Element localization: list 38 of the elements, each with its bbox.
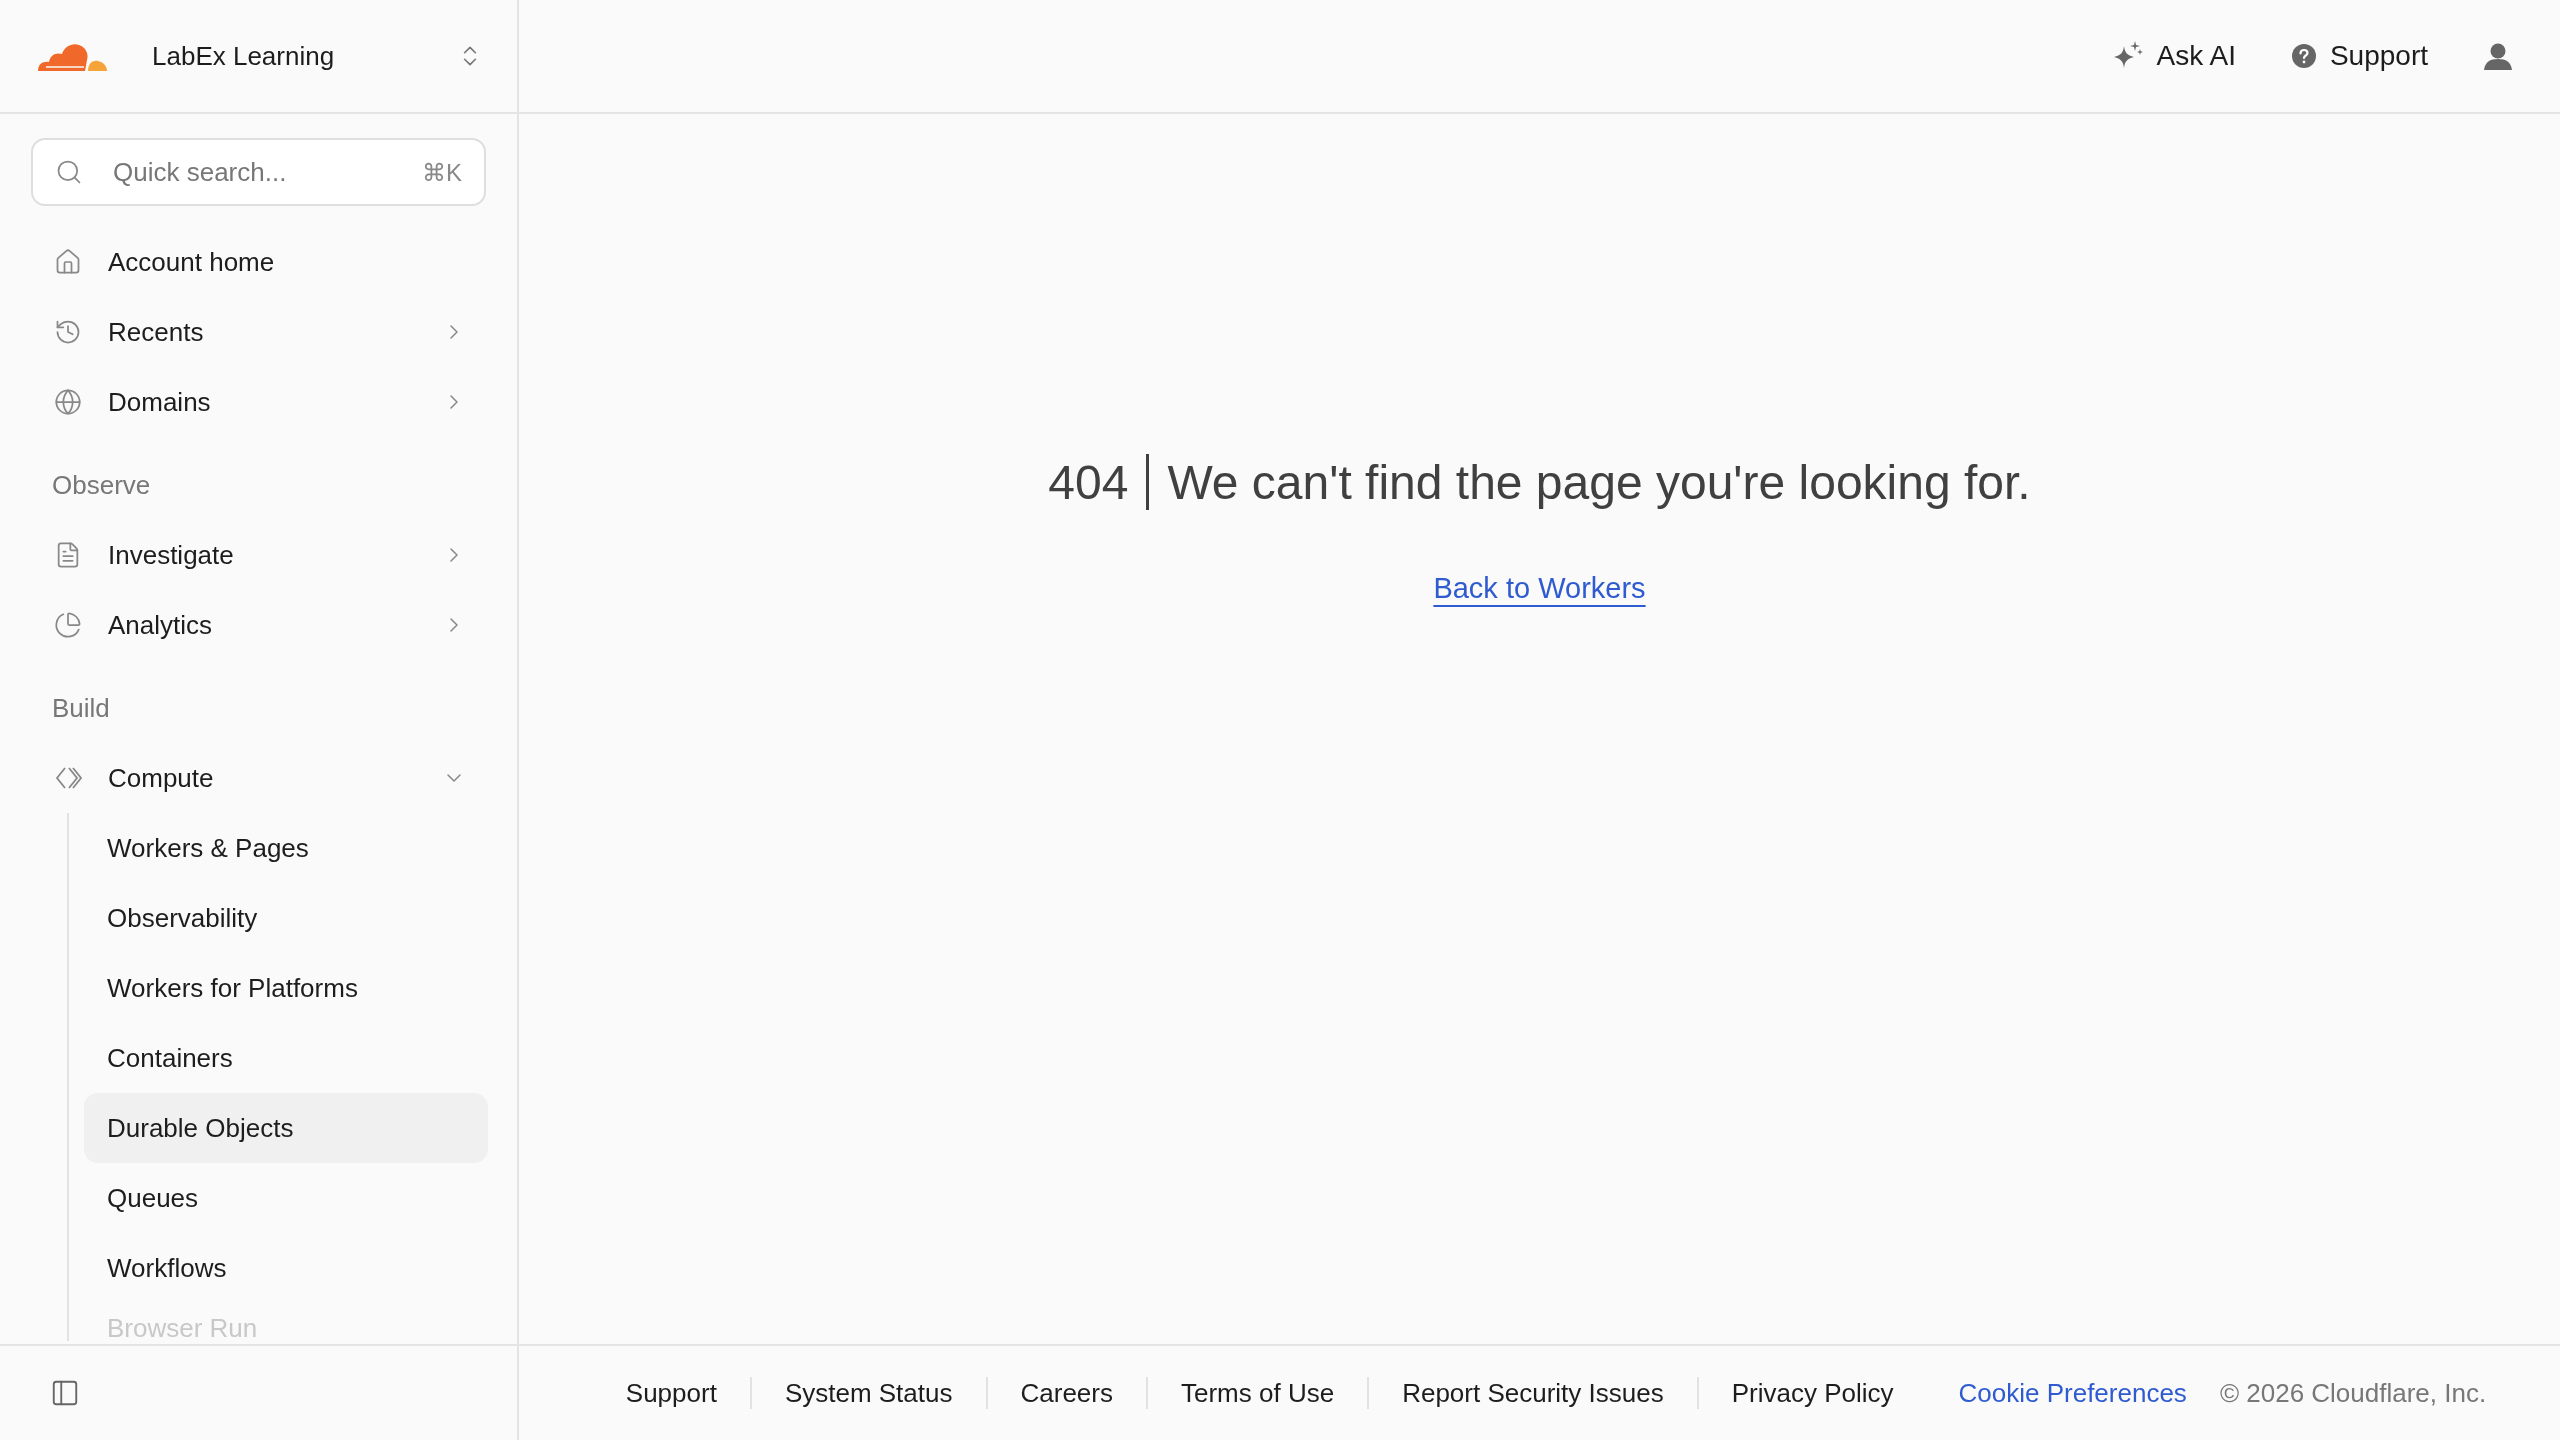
footer-link[interactable]: Support bbox=[592, 1377, 752, 1409]
error-code: 404 bbox=[1048, 454, 1129, 510]
sidebar-item[interactable]: Investigate bbox=[31, 520, 488, 590]
sidebar-subitem[interactable]: Observability bbox=[84, 883, 488, 953]
error-message: We can't find the page you're looking for. bbox=[1167, 454, 2031, 510]
user-icon[interactable] bbox=[2484, 42, 2512, 70]
sidebar-subitem[interactable]: Workers & Pages bbox=[84, 813, 488, 883]
help-icon bbox=[2291, 44, 2316, 68]
sidebar-item[interactable]: Analytics bbox=[31, 590, 488, 660]
sidebar-subitem[interactable]: Workflows bbox=[84, 1233, 488, 1303]
sidebar-subitem[interactable]: Workers for Platforms bbox=[84, 953, 488, 1023]
footer-link[interactable]: Careers bbox=[987, 1377, 1148, 1409]
sidebar-subitem[interactable]: Queues bbox=[84, 1163, 488, 1233]
copyright-text: © 2026 Cloudflare, Inc. bbox=[2219, 1377, 2487, 1409]
workspace-name: LabEx Learning bbox=[152, 40, 336, 72]
shortcut-hint: ⌘K bbox=[422, 159, 462, 187]
history-icon bbox=[54, 318, 82, 346]
footer-link[interactable]: System Status bbox=[751, 1377, 988, 1409]
sidebar-item[interactable]: Recents bbox=[31, 297, 488, 367]
support-button[interactable]: Support bbox=[2291, 40, 2428, 72]
sidebar-item[interactable]: Compute bbox=[31, 743, 488, 813]
sidebar-subitem[interactable]: Containers bbox=[84, 1023, 488, 1093]
back-link[interactable]: Back to Workers bbox=[1433, 572, 1646, 605]
house-icon bbox=[54, 248, 82, 276]
sidebar-toggle-icon[interactable] bbox=[50, 1378, 80, 1408]
footer-link[interactable]: Report Security Issues bbox=[1369, 1377, 1699, 1409]
sidebar-item[interactable]: Account home bbox=[31, 227, 488, 297]
ask-ai-button[interactable]: Ask AI bbox=[2112, 40, 2236, 72]
cookie-preferences-link[interactable]: Cookie Preferences bbox=[1926, 1377, 2220, 1409]
sidebar-subitem[interactable]: Durable Objects bbox=[84, 1093, 488, 1163]
search-icon bbox=[55, 158, 83, 186]
footer-link[interactable]: Terms of Use bbox=[1148, 1377, 1370, 1409]
sidebar-item[interactable]: Domains bbox=[31, 367, 488, 437]
pie-chart-icon bbox=[54, 611, 82, 639]
section-heading: Build bbox=[51, 691, 111, 725]
section-heading: Observe bbox=[51, 468, 152, 502]
globe-icon bbox=[54, 388, 82, 416]
footer-link[interactable]: Privacy Policy bbox=[1698, 1377, 1927, 1409]
